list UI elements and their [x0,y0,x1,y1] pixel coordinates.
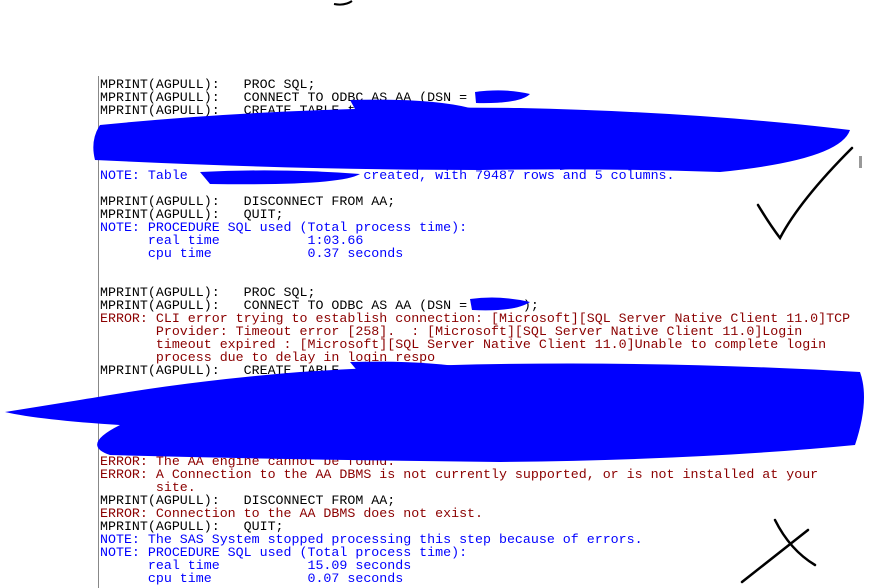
pen-mark-top [333,0,353,6]
annotations-overlay [5,0,864,584]
x-mark-annotation [740,518,817,584]
redaction-scribble-2 [5,297,864,462]
scrollbar-marker[interactable] [859,156,862,168]
redaction-scribble-1 [93,90,851,185]
